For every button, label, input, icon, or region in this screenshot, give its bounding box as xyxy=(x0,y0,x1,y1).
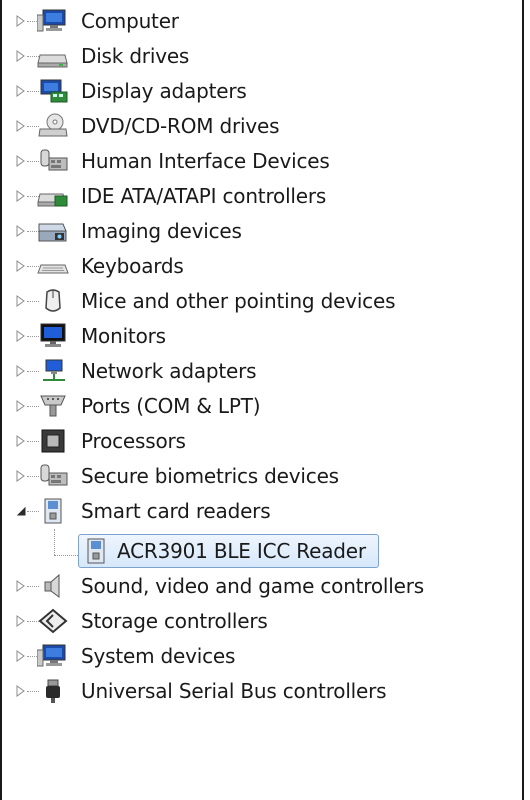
usb-icon xyxy=(37,678,69,704)
expand-arrow-icon[interactable] xyxy=(16,330,26,342)
tree-item-label: DVD/CD-ROM drives xyxy=(81,114,280,138)
expand-arrow-icon[interactable] xyxy=(16,295,26,307)
tree-item-label: Mice and other pointing devices xyxy=(81,289,396,313)
tree-item-label: Processors xyxy=(81,429,186,453)
tree-item-processors[interactable]: Processors xyxy=(0,424,520,459)
expand-arrow-icon[interactable] xyxy=(16,50,26,62)
computer-icon xyxy=(37,643,69,669)
tree-item-label: Secure biometrics devices xyxy=(81,464,339,488)
port-icon xyxy=(37,393,69,419)
expand-arrow-icon[interactable] xyxy=(16,225,26,237)
tree-item-system-devices[interactable]: System devices xyxy=(0,639,520,674)
keyboard-icon xyxy=(37,253,69,279)
expand-arrow-icon[interactable] xyxy=(16,260,26,272)
dvd-drive-icon xyxy=(37,113,69,139)
tree-item-biometrics[interactable]: Secure biometrics devices xyxy=(0,459,520,494)
tree-item-human-interface-devices[interactable]: Human Interface Devices xyxy=(0,144,520,179)
hid-icon xyxy=(37,148,69,174)
expand-arrow-icon[interactable] xyxy=(16,580,26,592)
smart-card-reader-icon xyxy=(80,538,112,564)
expand-arrow-icon[interactable] xyxy=(16,15,26,27)
expand-arrow-icon[interactable] xyxy=(16,155,26,167)
tree-item-network-adapters[interactable]: Network adapters xyxy=(0,354,520,389)
tree-item-label: Sound, video and game controllers xyxy=(81,574,424,598)
expand-arrow-icon[interactable] xyxy=(16,685,26,697)
computer-icon xyxy=(37,8,69,34)
expand-arrow-icon[interactable] xyxy=(16,615,26,627)
tree-item-label: Disk drives xyxy=(81,44,190,68)
smart-card-reader-icon xyxy=(37,498,69,524)
tree-item-label: Network adapters xyxy=(81,359,257,383)
tree-item-label: Display adapters xyxy=(81,79,247,103)
monitor-icon xyxy=(37,323,69,349)
collapse-arrow-icon[interactable] xyxy=(16,505,26,517)
tree-item-monitors[interactable]: Monitors xyxy=(0,319,520,354)
storage-controller-icon xyxy=(37,608,69,634)
tree-item-label: System devices xyxy=(81,644,236,668)
tree-item-usb-controllers[interactable]: Universal Serial Bus controllers xyxy=(0,674,520,709)
tree-item-storage-controllers[interactable]: Storage controllers xyxy=(0,604,520,639)
expand-arrow-icon[interactable] xyxy=(16,435,26,447)
tree-item-label: Computer xyxy=(81,9,179,33)
tree-item-label: IDE ATA/ATAPI controllers xyxy=(81,184,327,208)
tree-item-label: Smart card readers xyxy=(81,499,271,523)
tree-item-sound-video-game[interactable]: Sound, video and game controllers xyxy=(0,569,520,604)
tree-item-disk-drives[interactable]: Disk drives xyxy=(0,39,520,74)
mouse-icon xyxy=(37,288,69,314)
tree-item-ide-controllers[interactable]: IDE ATA/ATAPI controllers xyxy=(0,179,520,214)
expand-arrow-icon[interactable] xyxy=(16,365,26,377)
tree-item-dvd-drives[interactable]: DVD/CD-ROM drives xyxy=(0,109,520,144)
tree-item-imaging-devices[interactable]: Imaging devices xyxy=(0,214,520,249)
tree-item-label: ACR3901 BLE ICC Reader xyxy=(117,539,366,563)
tree-item-label: Human Interface Devices xyxy=(81,149,330,173)
expand-arrow-icon[interactable] xyxy=(16,190,26,202)
ide-controller-icon xyxy=(37,183,69,209)
expand-arrow-icon[interactable] xyxy=(16,85,26,97)
tree-item-computer[interactable]: Computer xyxy=(0,4,520,39)
tree-item-label: Storage controllers xyxy=(81,609,268,633)
disk-drive-icon xyxy=(37,43,69,69)
tree-item-smart-card-readers[interactable]: Smart card readers xyxy=(0,494,520,529)
tree-item-ports[interactable]: Ports (COM & LPT) xyxy=(0,389,520,424)
tree-item-label: Monitors xyxy=(81,324,166,348)
display-adapter-icon xyxy=(37,78,69,104)
tree-item-label: Imaging devices xyxy=(81,219,242,243)
tree-item-keyboards[interactable]: Keyboards xyxy=(0,249,520,284)
tree-item-display-adapters[interactable]: Display adapters xyxy=(0,74,520,109)
expand-arrow-icon[interactable] xyxy=(16,120,26,132)
tree-item-label: Universal Serial Bus controllers xyxy=(81,679,387,703)
tree-item-acr3901-reader[interactable]: ACR3901 BLE ICC Reader xyxy=(0,534,520,569)
tree-item-label: Ports (COM & LPT) xyxy=(81,394,261,418)
network-adapter-icon xyxy=(37,358,69,384)
tree-item-label: Keyboards xyxy=(81,254,184,278)
expand-arrow-icon[interactable] xyxy=(16,400,26,412)
tree-item-mice[interactable]: Mice and other pointing devices xyxy=(0,284,520,319)
imaging-device-icon xyxy=(37,218,69,244)
biometric-icon xyxy=(37,463,69,489)
expand-arrow-icon[interactable] xyxy=(16,650,26,662)
processor-icon xyxy=(37,428,69,454)
speaker-icon xyxy=(37,573,69,599)
expand-arrow-icon[interactable] xyxy=(16,470,26,482)
